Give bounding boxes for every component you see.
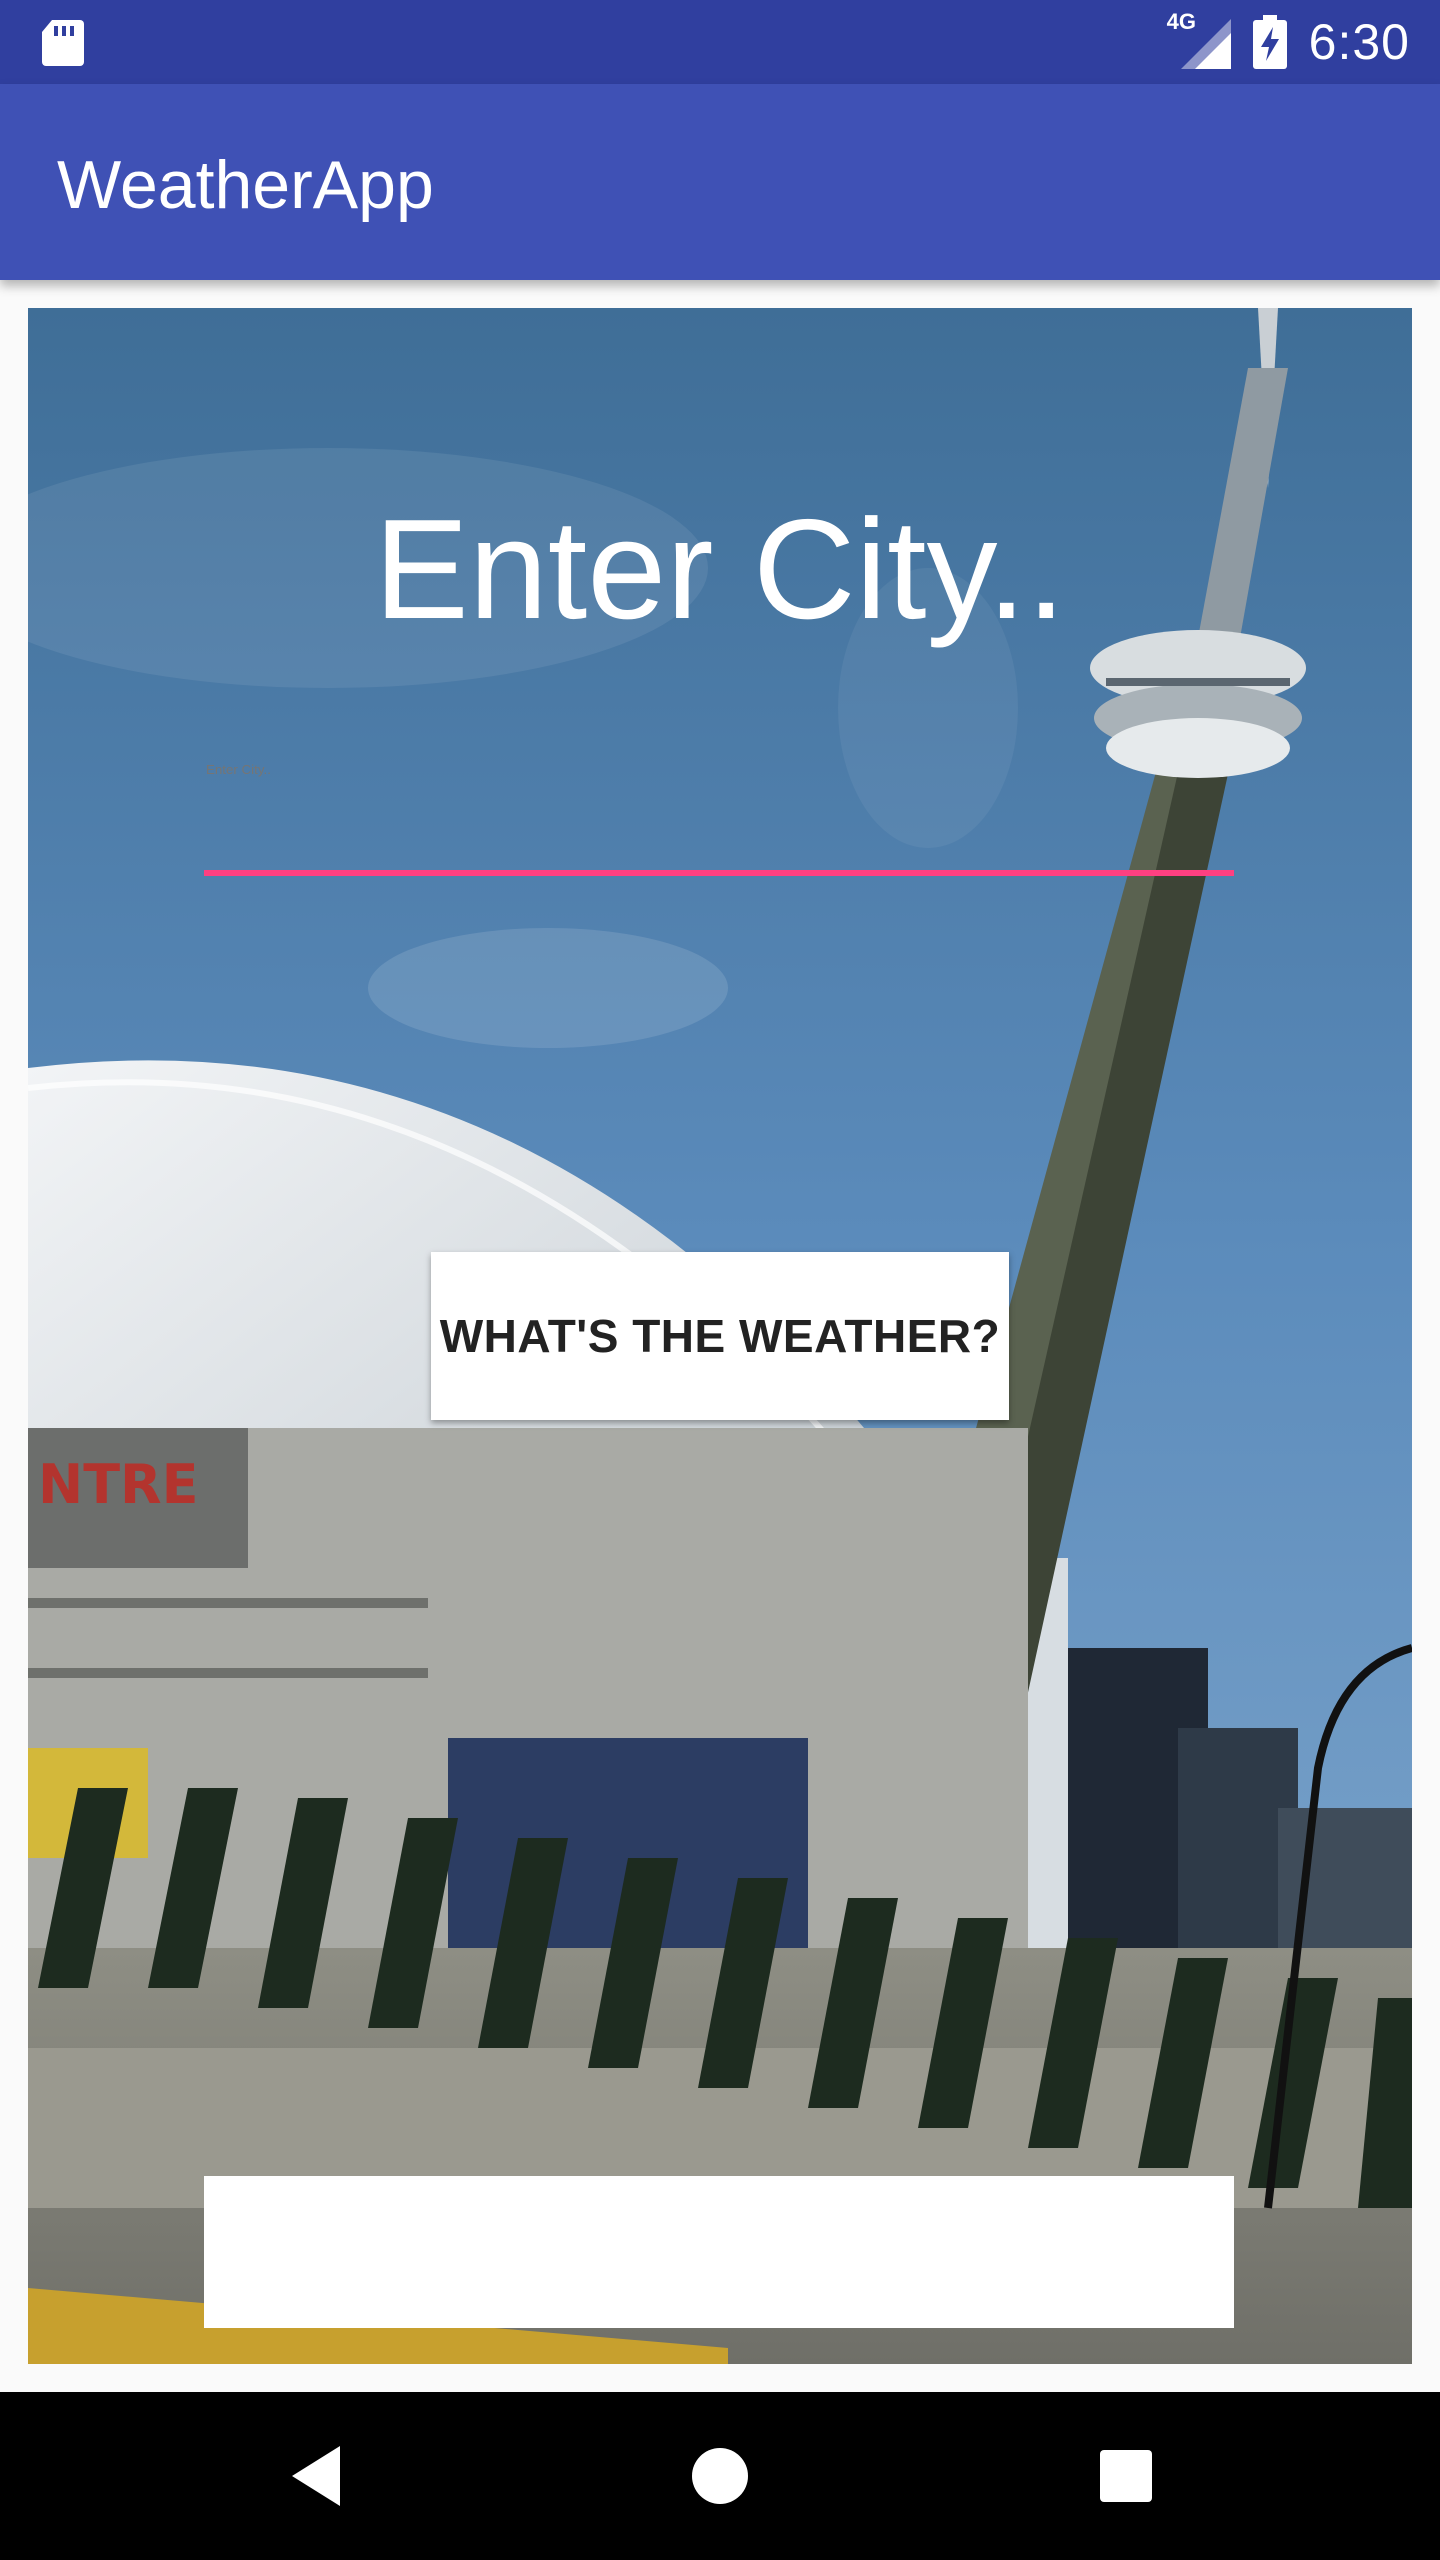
recents-icon[interactable] — [1086, 2436, 1166, 2516]
main-content: NTRE Enter City.. WHAT'S THE WEATHER? — [28, 308, 1412, 2364]
city-input-underline — [204, 870, 1234, 876]
svg-text:NTRE: NTRE — [38, 1453, 199, 1516]
home-icon[interactable] — [680, 2436, 760, 2516]
status-clock: 6:30 — [1308, 14, 1410, 70]
battery-charging-icon — [1252, 15, 1287, 69]
app-bar: WeatherApp — [0, 84, 1440, 280]
whats-the-weather-button[interactable]: WHAT'S THE WEATHER? — [431, 1252, 1009, 1420]
navigation-bar — [0, 2392, 1440, 2560]
city-input[interactable] — [204, 668, 1238, 870]
city-input-placeholder: Enter City.. — [374, 490, 1066, 649]
app-title: WeatherApp — [57, 147, 434, 223]
network-indicator: 4G — [1167, 9, 1231, 69]
back-icon[interactable] — [280, 2436, 360, 2516]
weather-result-box — [204, 2176, 1234, 2328]
status-bar: 4G 6:30 — [0, 0, 1440, 84]
sd-card-icon — [42, 20, 84, 66]
signal-icon — [1180, 19, 1231, 69]
